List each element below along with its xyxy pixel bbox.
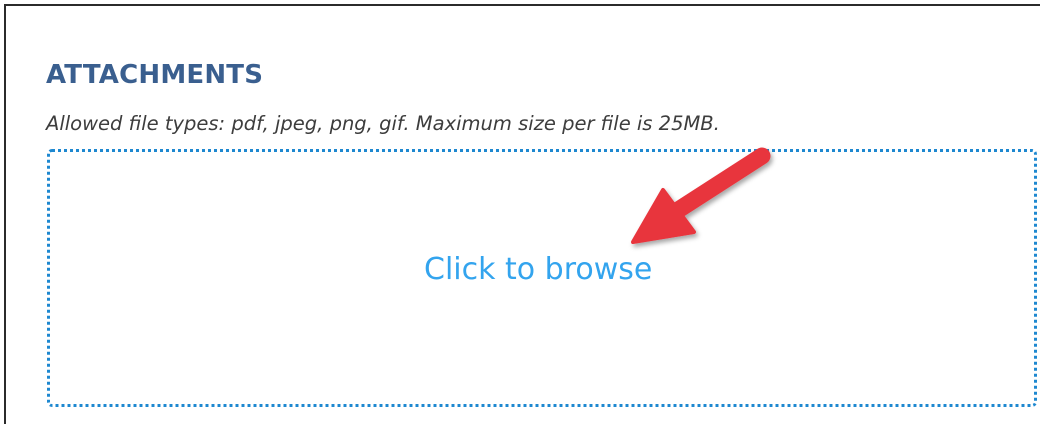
attachments-panel: ATTACHMENTS Allowed file types: pdf, jpe…: [4, 4, 1040, 424]
file-dropzone[interactable]: Click to browse: [47, 149, 1037, 407]
allowed-file-types-note: Allowed file types: pdf, jpeg, png, gif.…: [46, 112, 720, 135]
section-title: ATTACHMENTS: [46, 60, 264, 90]
click-to-browse-link[interactable]: Click to browse: [424, 255, 652, 285]
